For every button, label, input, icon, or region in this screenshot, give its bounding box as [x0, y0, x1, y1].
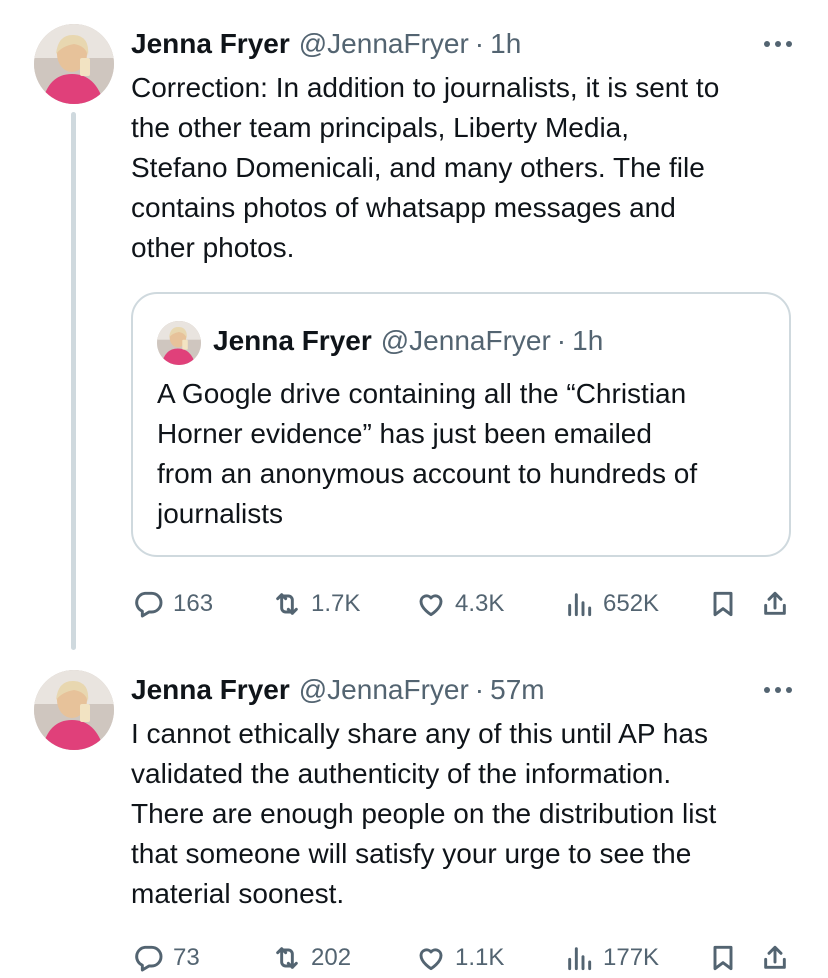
separator: · — [474, 674, 485, 705]
like-button[interactable]: 1.1K — [415, 938, 504, 978]
tweet-1[interactable]: Jenna Fryer @JennaFryer · 1h Correction:… — [0, 0, 828, 650]
action-bar: 163 1.7K 4.3K 652K — [131, 584, 796, 624]
thread-line — [71, 112, 76, 650]
action-bar: 73 202 1.1K 177K — [131, 938, 796, 978]
author-handle[interactable]: @JennaFryer — [299, 670, 469, 710]
quoted-text: A Google drive containing all the “Chris… — [157, 378, 698, 529]
quoted-tweet[interactable]: Jenna Fryer @JennaFryer · 1h A Google dr… — [131, 292, 791, 557]
repost-button[interactable]: 202 — [271, 938, 351, 978]
quoted-author-handle: @JennaFryer — [380, 325, 551, 356]
more-icon[interactable] — [764, 681, 792, 699]
quoted-author-name: Jenna Fryer — [213, 325, 372, 356]
like-count: 1.1K — [455, 944, 505, 971]
separator: · — [556, 325, 567, 356]
author-name[interactable]: Jenna Fryer — [131, 24, 290, 64]
share-icon — [764, 591, 786, 615]
reply-count: 163 — [173, 590, 214, 617]
avatar[interactable] — [34, 24, 114, 104]
more-icon[interactable] — [764, 35, 792, 53]
reply-icon — [135, 591, 163, 618]
views-button[interactable]: 177K — [563, 938, 659, 978]
views-icon — [568, 947, 592, 971]
quoted-timestamp: 1h — [572, 325, 604, 356]
timestamp[interactable]: 1h — [490, 24, 521, 64]
reply-icon — [135, 945, 163, 972]
bookmark-icon — [713, 591, 733, 617]
bookmark-button[interactable] — [707, 584, 739, 624]
share-button[interactable] — [759, 584, 791, 624]
reply-button[interactable]: 73 — [133, 938, 200, 978]
bookmark-button[interactable] — [707, 938, 739, 978]
repost-icon — [276, 593, 298, 615]
tweet-text: Correction: In addition to journalists, … — [131, 72, 720, 263]
author-handle[interactable]: @JennaFryer — [299, 24, 469, 64]
repost-button[interactable]: 1.7K — [271, 584, 360, 624]
quoted-header: Jenna Fryer @JennaFryer · 1h — [213, 321, 603, 361]
author-name[interactable]: Jenna Fryer — [131, 670, 290, 710]
like-count: 4.3K — [455, 590, 505, 617]
quoted-avatar — [157, 321, 201, 365]
repost-count: 202 — [311, 944, 352, 971]
heart-icon — [419, 594, 443, 617]
avatar[interactable] — [34, 670, 114, 750]
share-icon — [764, 945, 786, 969]
views-icon — [568, 593, 592, 617]
tweet-text: I cannot ethically share any of this unt… — [131, 718, 717, 909]
tweet-header: Jenna Fryer @JennaFryer · 57m — [131, 670, 792, 710]
like-button[interactable]: 4.3K — [415, 584, 504, 624]
share-button[interactable] — [759, 938, 791, 978]
views-count: 652K — [603, 590, 660, 617]
timestamp[interactable]: 57m — [490, 670, 544, 710]
tweet-header: Jenna Fryer @JennaFryer · 1h — [131, 24, 792, 64]
repost-count: 1.7K — [311, 590, 361, 617]
separator: · — [474, 28, 485, 59]
views-count: 177K — [603, 944, 660, 971]
bookmark-icon — [713, 945, 733, 971]
repost-icon — [276, 947, 298, 969]
tweet-2[interactable]: Jenna Fryer @JennaFryer · 57m I cannot e… — [0, 650, 828, 972]
reply-button[interactable]: 163 — [133, 584, 213, 624]
reply-count: 73 — [173, 944, 200, 971]
views-button[interactable]: 652K — [563, 584, 659, 624]
heart-icon — [419, 948, 443, 971]
